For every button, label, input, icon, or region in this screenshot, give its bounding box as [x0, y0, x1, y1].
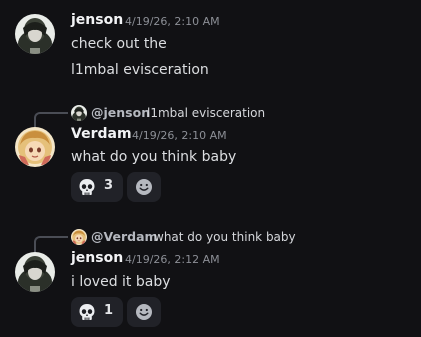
- timestamp: 4/19/26, 2:12 AM: [125, 253, 220, 266]
- avatar[interactable]: [15, 252, 55, 292]
- message-text: what do you think baby: [71, 149, 237, 165]
- timestamp: 4/19/26, 2:10 AM: [125, 15, 220, 28]
- smiley-icon: [136, 304, 152, 320]
- message-text: check out the: [71, 36, 167, 52]
- reaction-skull[interactable]: 3: [71, 172, 123, 202]
- message-text: l1mbal evisceration: [71, 62, 209, 78]
- reply-avatar: [71, 229, 87, 245]
- reply-author[interactable]: @Verdam: [91, 229, 158, 244]
- reply-connector: [34, 112, 68, 128]
- reply-author[interactable]: @jenson: [91, 105, 150, 120]
- avatar[interactable]: [15, 127, 55, 167]
- smiley-icon: [136, 179, 152, 195]
- add-reaction-button[interactable]: [127, 172, 161, 202]
- message-text: i loved it baby: [71, 274, 171, 290]
- timestamp: 4/19/26, 2:10 AM: [132, 129, 227, 142]
- reply-avatar: [71, 105, 87, 121]
- chat-message-list: jenson 4/19/26, 2:10 AM check out the l1…: [0, 0, 421, 337]
- add-reaction-button[interactable]: [127, 297, 161, 327]
- reaction-count: 3: [104, 178, 114, 193]
- skull-icon: [78, 303, 96, 321]
- reply-snippet[interactable]: l1mbal evisceration: [147, 106, 265, 120]
- avatar[interactable]: [15, 14, 55, 54]
- reply-snippet[interactable]: what do you think baby: [154, 230, 296, 244]
- reaction-count: 1: [104, 303, 114, 318]
- author-name[interactable]: jenson: [71, 250, 123, 266]
- author-name[interactable]: jenson: [71, 12, 123, 28]
- reaction-skull[interactable]: 1: [71, 297, 123, 327]
- author-name[interactable]: Verdam: [71, 126, 132, 142]
- reply-connector: [34, 236, 68, 252]
- skull-icon: [78, 178, 96, 196]
